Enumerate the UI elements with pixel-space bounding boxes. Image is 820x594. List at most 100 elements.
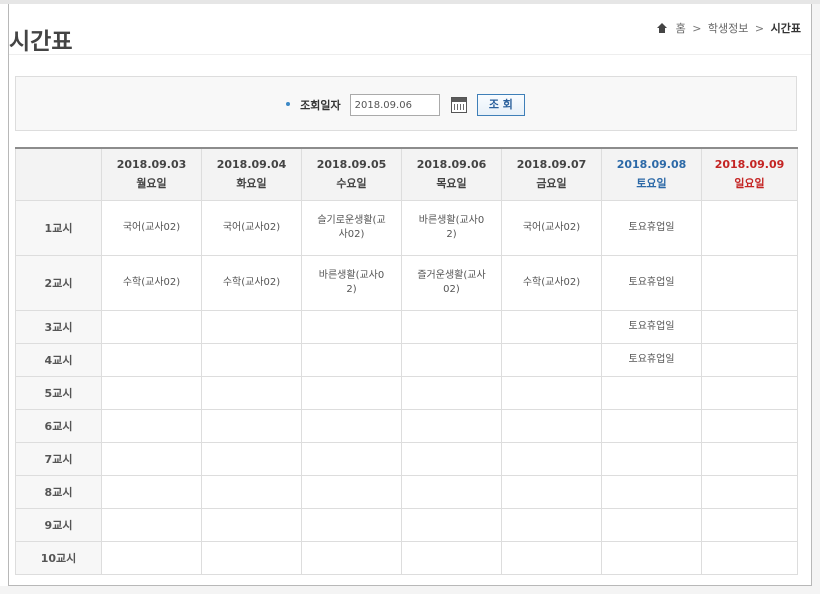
day-header-saturday: 2018.09.08 토요일 [601, 147, 702, 201]
timetable-screen: 시간표 홈 > 학생정보 > 시간표 조회일자 조 회 [0, 0, 820, 594]
class-cell [401, 442, 502, 476]
class-cell [201, 442, 302, 476]
day-date: 2018.09.04 [216, 158, 287, 171]
class-cell: 국어(교사02) [201, 200, 302, 256]
class-cell [501, 442, 602, 476]
class-cell [101, 508, 202, 542]
class-cell [201, 508, 302, 542]
day-header-row: 2018.09.03 월요일 2018.09.04 화요일 2018.09.05… [15, 147, 798, 201]
page-header: 시간표 홈 > 학생정보 > 시간표 [9, 4, 811, 55]
class-cell [501, 475, 602, 509]
class-cell [201, 409, 302, 443]
class-cell [401, 310, 502, 344]
table-row-period-7: 7교시 [15, 442, 798, 476]
day-name: 일요일 [734, 177, 765, 190]
day-name: 화요일 [236, 177, 267, 190]
class-cell: 바른생활(교사0 2) [401, 200, 502, 256]
period-label: 7교시 [15, 442, 102, 476]
calendar-icon[interactable] [450, 97, 467, 113]
table-row-period-2: 2교시 수학(교사02) 수학(교사02) 바른생활(교사0 2) 즐거운생활(… [15, 255, 798, 311]
class-cell [301, 409, 402, 443]
class-cell [501, 409, 602, 443]
class-cell [301, 475, 402, 509]
search-controls: 조회일자 조 회 [286, 94, 546, 120]
class-cell [701, 409, 798, 443]
class-cell [701, 541, 798, 575]
breadcrumb-separator: > [692, 22, 702, 35]
class-cell [501, 541, 602, 575]
class-cell: 즐거운생활(교사 02) [401, 255, 502, 311]
period-label: 3교시 [15, 310, 102, 344]
period-label: 9교시 [15, 508, 102, 542]
day-date: 2018.09.03 [116, 158, 187, 171]
right-shadow-band [812, 4, 820, 594]
day-date: 2018.09.08 [616, 158, 687, 171]
class-cell [301, 508, 402, 542]
class-cell [501, 310, 602, 344]
class-cell [701, 442, 798, 476]
class-cell [401, 475, 502, 509]
class-cell [701, 343, 798, 377]
table-row-period-6: 6교시 [15, 409, 798, 443]
day-name: 월요일 [136, 177, 167, 190]
day-header-sunday: 2018.09.09 일요일 [701, 147, 798, 201]
page-title: 시간표 [9, 28, 73, 56]
class-cell [101, 475, 202, 509]
table-row-period-9: 9교시 [15, 508, 798, 542]
class-cell [101, 376, 202, 410]
class-cell [101, 541, 202, 575]
class-cell [301, 376, 402, 410]
class-cell [701, 255, 798, 311]
bottom-shadow-band [0, 586, 820, 594]
class-cell [601, 442, 702, 476]
class-cell [701, 310, 798, 344]
class-cell: 토요휴업일 [601, 200, 702, 256]
search-button[interactable]: 조 회 [476, 94, 525, 116]
class-cell [401, 343, 502, 377]
class-cell [301, 310, 402, 344]
search-panel: 조회일자 조 회 [15, 76, 797, 131]
breadcrumb-separator: > [754, 22, 765, 35]
breadcrumb-home[interactable]: 홈 [676, 22, 686, 35]
class-cell-text: 국어(교사02) [222, 222, 281, 233]
class-cell [501, 508, 602, 542]
class-cell-text: 국어(교사02) [122, 222, 181, 233]
class-cell [701, 508, 798, 542]
class-cell [301, 541, 402, 575]
class-cell [201, 541, 302, 575]
class-cell-text: 수학(교사02) [222, 277, 281, 288]
class-cell [201, 343, 302, 377]
class-cell [401, 541, 502, 575]
class-cell-text: 바른생활(교사0 2) [418, 215, 485, 240]
class-cell: 토요휴업일 [601, 343, 702, 377]
class-cell [601, 508, 702, 542]
date-input[interactable] [349, 94, 440, 116]
day-date: 2018.09.06 [416, 158, 487, 171]
class-cell-text: 토요휴업일 [628, 321, 675, 332]
class-cell [701, 475, 798, 509]
period-label: 6교시 [15, 409, 102, 443]
class-cell-text: 수학(교사02) [522, 277, 581, 288]
class-cell-text: 토요휴업일 [628, 277, 675, 288]
period-label: 10교시 [15, 541, 102, 575]
home-icon[interactable] [656, 23, 668, 33]
bullet-icon [286, 102, 290, 106]
day-header-monday: 2018.09.03 월요일 [101, 147, 202, 201]
class-cell-text: 토요휴업일 [628, 354, 675, 365]
table-row-period-1: 1교시 국어(교사02) 국어(교사02) 슬기로운생활(교 사02) 바른생활… [15, 200, 798, 256]
class-cell [301, 442, 402, 476]
table-row-period-5: 5교시 [15, 376, 798, 410]
class-cell [501, 376, 602, 410]
day-name: 수요일 [336, 177, 367, 190]
class-cell: 국어(교사02) [501, 200, 602, 256]
class-cell [601, 409, 702, 443]
class-cell [101, 310, 202, 344]
breadcrumb-student-info[interactable]: 학생정보 [708, 22, 748, 35]
table-row-period-10: 10교시 [15, 541, 798, 575]
class-cell: 바른생활(교사0 2) [301, 255, 402, 311]
class-cell [401, 376, 502, 410]
timetable: 2018.09.03 월요일 2018.09.04 화요일 2018.09.05… [15, 147, 798, 575]
class-cell [101, 343, 202, 377]
class-cell [101, 409, 202, 443]
period-label: 1교시 [15, 200, 102, 256]
